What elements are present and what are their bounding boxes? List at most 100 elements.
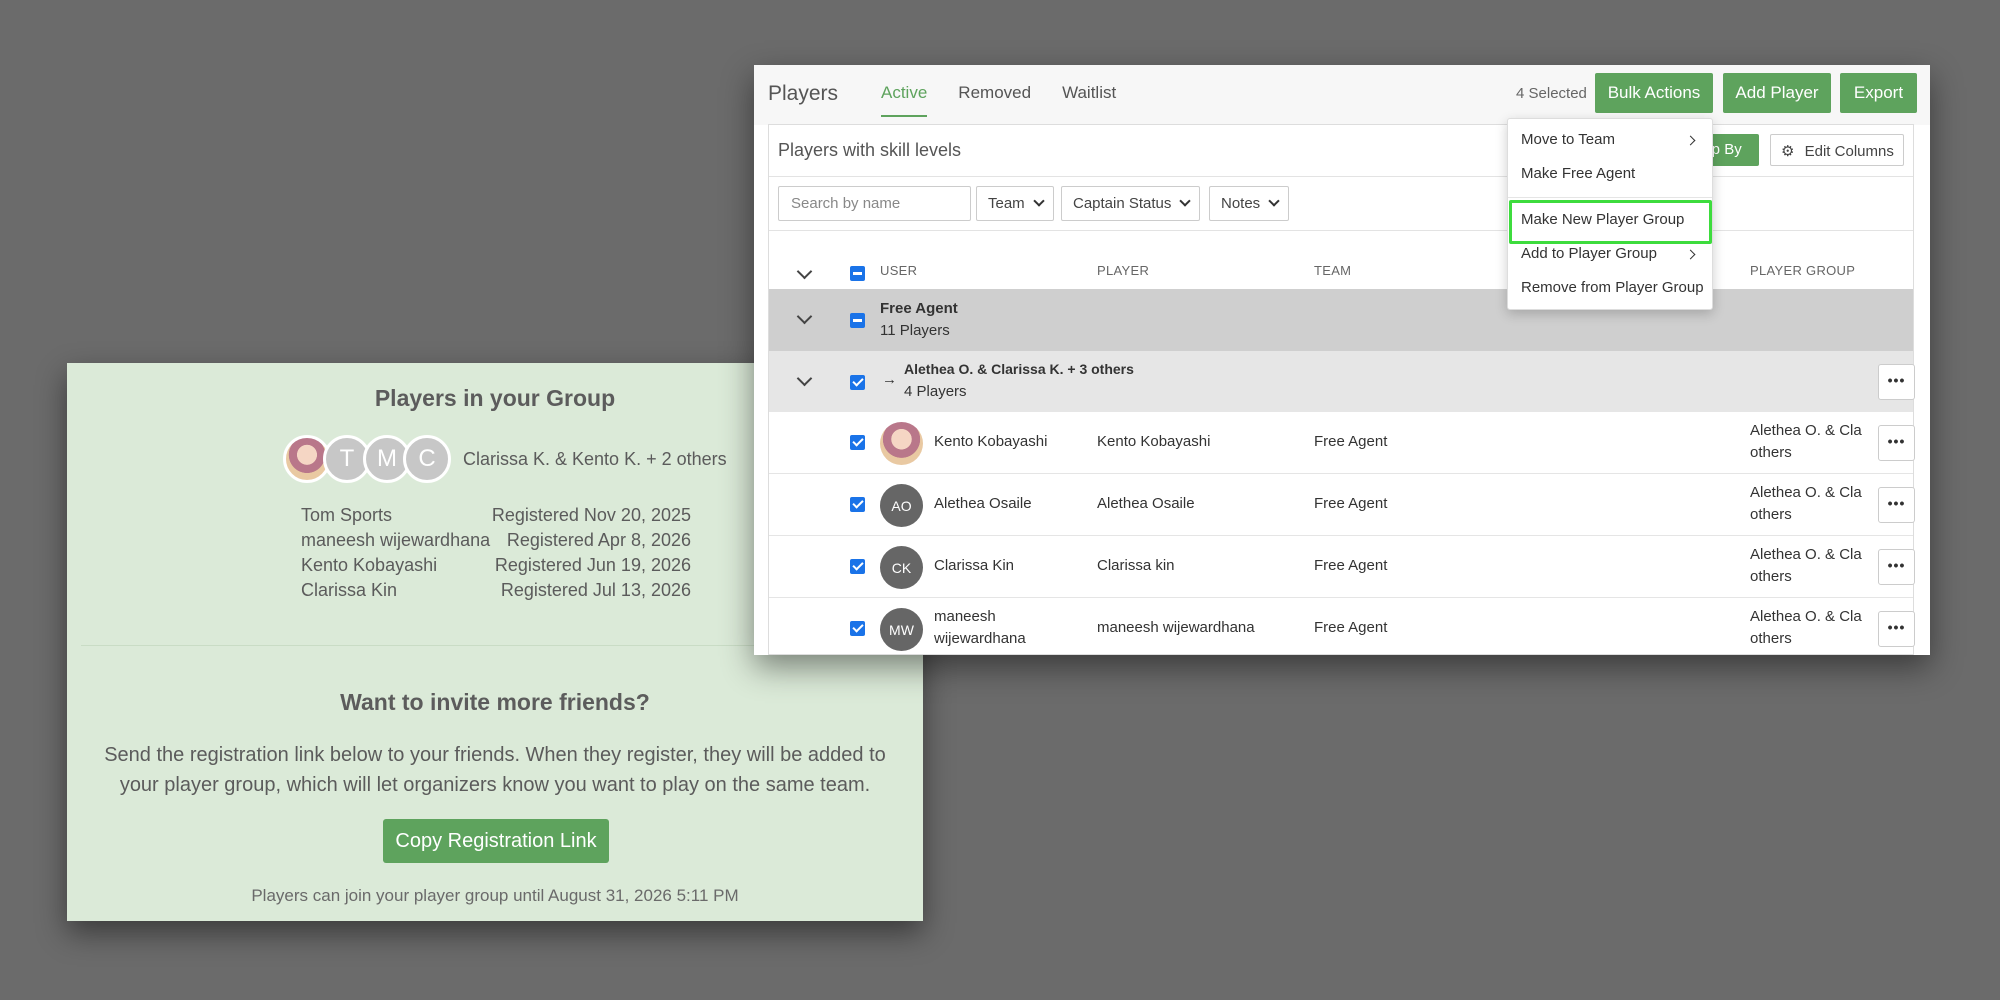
add-player-button[interactable]: Add Player <box>1723 73 1831 113</box>
players-panel: Players with skill levels oup By ⚙ Edit … <box>768 124 1915 655</box>
menu-divider <box>1508 197 1712 198</box>
team-name: Free Agent <box>1314 557 1388 574</box>
captain-status-filter-label: Captain Status <box>1073 195 1172 212</box>
member-name: Clarissa Kin <box>301 580 398 600</box>
ellipsis-icon: ••• <box>1887 557 1906 573</box>
page-title: Players <box>768 82 839 105</box>
chevron-down-icon[interactable] <box>796 308 813 325</box>
table-row[interactable]: CK Clarissa Kin Clarissa kin Free Agent … <box>769 536 1915 598</box>
column-header-team[interactable]: TEAM <box>1314 263 1351 278</box>
group-summary: Clarissa K. & Kento K. + 2 others <box>463 448 727 469</box>
filter-bar: Team Captain Status Notes <box>769 177 1913 231</box>
select-all-checkbox[interactable] <box>850 266 865 281</box>
player-name: Clarissa kin <box>1097 557 1175 574</box>
table-row[interactable]: AO Alethea Osaile Alethea Osaile Free Ag… <box>769 474 1915 536</box>
member-name: maneesh wijewardhana <box>301 530 491 550</box>
registered-date: Registered Nov 20, 2025 <box>491 505 691 525</box>
column-header-user[interactable]: USER <box>880 263 917 278</box>
table-row[interactable]: MW maneesh wijewardhana maneesh wijeward… <box>769 598 1915 655</box>
team-name: Free Agent <box>1314 619 1388 636</box>
join-deadline-note: Players can join your player group until… <box>251 886 739 905</box>
bulk-actions-button[interactable]: Bulk Actions <box>1595 73 1713 113</box>
search-input[interactable] <box>778 186 971 221</box>
menu-item-move-to-team[interactable]: Move to Team <box>1521 131 1615 148</box>
more-options-button[interactable]: ••• <box>1878 549 1915 585</box>
more-options-button[interactable]: ••• <box>1878 611 1915 647</box>
registered-date: Registered Apr 8, 2026 <box>506 530 691 550</box>
player-group-line: Alethea O. & Cla <box>1750 608 1862 625</box>
tab-removed[interactable]: Removed <box>958 65 1031 117</box>
copy-registration-link-button[interactable]: Copy Registration Link <box>383 819 609 863</box>
chevron-down-icon[interactable] <box>796 370 813 387</box>
list-item: Tom Sports Registered Nov 20, 2025 <box>301 503 691 528</box>
ellipsis-icon: ••• <box>1887 619 1906 635</box>
player-group-line: others <box>1750 506 1792 523</box>
user-name: Alethea Osaile <box>934 495 1032 512</box>
row-checkbox[interactable] <box>850 497 865 512</box>
team-name: Free Agent <box>1314 495 1388 512</box>
invite-description: Send the registration link below to your… <box>104 744 886 796</box>
group-checkbox[interactable] <box>850 375 865 390</box>
player-name: Alethea Osaile <box>1097 495 1195 512</box>
tab-waitlist[interactable]: Waitlist <box>1062 65 1116 117</box>
ellipsis-icon: ••• <box>1887 495 1906 511</box>
registered-date: Registered Jun 19, 2026 <box>494 555 691 575</box>
notes-filter-label: Notes <box>1221 195 1261 212</box>
collapse-all-icon[interactable] <box>796 263 813 280</box>
list-item: maneesh wijewardhana Registered Apr 8, 2… <box>301 528 691 553</box>
more-options-button[interactable]: ••• <box>1878 487 1915 523</box>
list-item: Kento Kobayashi Registered Jun 19, 2026 <box>301 553 691 578</box>
avatar: AO <box>880 484 923 527</box>
selected-count: 4 Selected <box>1516 85 1587 102</box>
player-group-line: Alethea O. & Cla <box>1750 422 1862 439</box>
table-row[interactable]: Kento Kobayashi Kento Kobayashi Free Age… <box>769 412 1915 474</box>
player-group-line: others <box>1750 630 1792 647</box>
avatar: C <box>403 435 451 483</box>
member-name: Tom Sports <box>301 505 393 525</box>
menu-item-make-free-agent[interactable]: Make Free Agent <box>1521 165 1635 182</box>
menu-item-add-to-player-group[interactable]: Add to Player Group <box>1521 245 1657 262</box>
edit-columns-label: Edit Columns <box>1804 143 1894 160</box>
row-checkbox[interactable] <box>850 621 865 636</box>
tabs: Active Removed Waitlist <box>881 65 1147 125</box>
players-admin-window: Players Active Removed Waitlist 4 Select… <box>754 65 1930 655</box>
user-name: Clarissa Kin <box>934 557 1015 574</box>
column-header-player-group[interactable]: PLAYER GROUP <box>1750 263 1855 278</box>
player-name: maneesh wijewardhana <box>1097 619 1255 636</box>
edit-columns-button[interactable]: ⚙ Edit Columns <box>1770 134 1904 166</box>
avatar: MW <box>880 608 923 651</box>
arrow-right-icon: → <box>882 371 897 388</box>
more-options-button[interactable]: ••• <box>1878 425 1915 461</box>
tab-active[interactable]: Active <box>881 65 928 117</box>
more-options-button[interactable]: ••• <box>1878 364 1915 400</box>
group-checkbox[interactable] <box>850 313 865 328</box>
registration-list: Tom Sports Registered Nov 20, 2025 manee… <box>301 503 691 603</box>
chevron-down-icon <box>1033 195 1045 207</box>
gear-icon: ⚙ <box>1781 143 1795 160</box>
group-title: Alethea O. & Clarissa K. + 3 others <box>904 361 1134 377</box>
menu-item-make-new-player-group[interactable]: Make New Player Group <box>1521 211 1684 228</box>
player-name: Kento Kobayashi <box>1097 433 1211 450</box>
row-checkbox[interactable] <box>850 559 865 574</box>
group-row-free-agent: Free Agent 11 Players <box>769 289 1913 351</box>
captain-status-filter[interactable]: Captain Status <box>1061 186 1201 221</box>
member-name: Kento Kobayashi <box>301 555 438 575</box>
player-group-line: Alethea O. & Cla <box>1750 546 1862 563</box>
bulk-actions-menu: Move to Team Make Free Agent Make New Pl… <box>1507 118 1713 310</box>
avatar <box>880 422 923 465</box>
panel-header: Players with skill levels oup By ⚙ Edit … <box>769 125 1913 177</box>
row-checkbox[interactable] <box>850 435 865 450</box>
player-group-line: Alethea O. & Cla <box>1750 484 1862 501</box>
menu-item-remove-from-player-group[interactable]: Remove from Player Group <box>1521 279 1704 296</box>
column-header-player[interactable]: PLAYER <box>1097 263 1149 278</box>
chevron-down-icon <box>1268 195 1280 207</box>
team-filter[interactable]: Team <box>976 186 1054 221</box>
export-button[interactable]: Export <box>1840 73 1917 113</box>
ellipsis-icon: ••• <box>1887 372 1906 388</box>
chevron-right-icon <box>1685 135 1696 146</box>
user-name: maneesh <box>934 608 996 625</box>
notes-filter[interactable]: Notes <box>1209 186 1290 221</box>
avatar-stack: T M C Clarissa K. & Kento K. + 2 others <box>283 435 727 483</box>
chevron-down-icon <box>1179 195 1192 207</box>
ellipsis-icon: ••• <box>1887 433 1906 449</box>
